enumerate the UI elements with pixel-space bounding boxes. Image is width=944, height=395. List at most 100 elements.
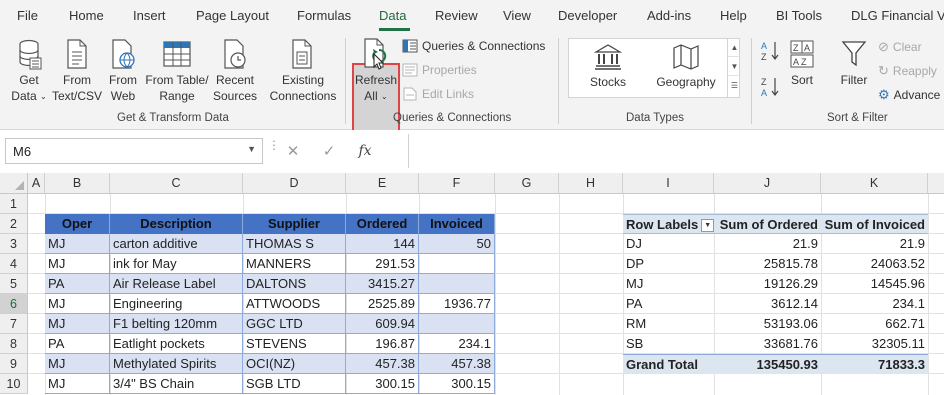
row-header-4[interactable]: 4: [0, 254, 28, 274]
recent-sources-button[interactable]: Recent Sources: [212, 38, 258, 104]
pivot-cell[interactable]: 32305.11: [821, 334, 928, 354]
tab-insert[interactable]: Insert: [133, 8, 166, 23]
pivot-cell[interactable]: 19126.29: [714, 274, 821, 294]
table-header-oper[interactable]: Oper: [45, 214, 110, 234]
pivot-cell[interactable]: 33681.76: [714, 334, 821, 354]
row-header-8[interactable]: 8: [0, 334, 28, 354]
insert-function-icon[interactable]: fx: [347, 143, 383, 159]
table-cell[interactable]: OCI(NZ): [243, 354, 346, 374]
cancel-icon[interactable]: ✕: [275, 142, 311, 160]
table-cell[interactable]: ATTWOODS: [243, 294, 346, 314]
from-table-range-button[interactable]: From Table/ Range: [144, 38, 210, 104]
column-header-e[interactable]: E: [346, 173, 419, 194]
tab-view[interactable]: View: [503, 8, 531, 23]
sort-az-button[interactable]: A Z: [760, 40, 780, 65]
table-cell[interactable]: Air Release Label: [110, 274, 243, 294]
row-header-6[interactable]: 6: [0, 294, 28, 314]
row-header-5[interactable]: 5: [0, 274, 28, 294]
table-cell[interactable]: MJ: [45, 374, 110, 394]
table-cell[interactable]: 300.15: [346, 374, 419, 394]
table-cell[interactable]: [419, 274, 495, 294]
geography-button[interactable]: Geography: [650, 42, 722, 90]
tab-formulas[interactable]: Formulas: [297, 8, 351, 23]
pivot-row-label[interactable]: DJ: [623, 234, 714, 254]
table-cell[interactable]: carton additive: [110, 234, 243, 254]
chevron-down-icon[interactable]: ▼: [247, 144, 256, 154]
table-header-supplier[interactable]: Supplier: [243, 214, 346, 234]
refresh-all-button[interactable]: Refresh All ⌄: [354, 36, 398, 105]
column-header-d[interactable]: D: [243, 173, 346, 194]
table-cell[interactable]: ink for May: [110, 254, 243, 274]
edit-links-button[interactable]: Edit Links: [402, 87, 474, 101]
row-header-2[interactable]: 2: [0, 214, 28, 234]
table-cell[interactable]: Methylated Spirits: [110, 354, 243, 374]
table-cell[interactable]: F1 belting 120mm: [110, 314, 243, 334]
existing-connections-button[interactable]: Existing Connections: [266, 38, 340, 104]
tab-dlg-financial[interactable]: DLG Financial Vi: [851, 8, 944, 23]
table-cell[interactable]: 291.53: [346, 254, 419, 274]
advanced-filter-button[interactable]: ⚙ Advance: [878, 87, 940, 103]
table-cell[interactable]: MJ: [45, 354, 110, 374]
table-cell[interactable]: 50: [419, 234, 495, 254]
stocks-button[interactable]: Stocks: [582, 42, 634, 90]
tab-bi-tools[interactable]: BI Tools: [776, 8, 822, 23]
from-text-csv-button[interactable]: From Text/CSV: [52, 38, 102, 104]
table-cell[interactable]: 457.38: [346, 354, 419, 374]
table-cell[interactable]: GGC LTD: [243, 314, 346, 334]
column-header-c[interactable]: C: [110, 173, 243, 194]
pivot-cell[interactable]: 234.1: [821, 294, 928, 314]
table-cell[interactable]: PA: [45, 274, 110, 294]
table-cell[interactable]: DALTONS: [243, 274, 346, 294]
get-data-button[interactable]: Get Data ⌄: [8, 38, 50, 105]
column-header-f[interactable]: F: [419, 173, 495, 194]
table-cell[interactable]: MANNERS: [243, 254, 346, 274]
table-cell[interactable]: 2525.89: [346, 294, 419, 314]
table-cell[interactable]: Eatlight pockets: [110, 334, 243, 354]
table-cell[interactable]: [419, 254, 495, 274]
table-cell[interactable]: 3/4" BS Chain: [110, 374, 243, 394]
pivot-cell[interactable]: 14545.96: [821, 274, 928, 294]
pivot-cell[interactable]: 53193.06: [714, 314, 821, 334]
table-cell[interactable]: 1936.77: [419, 294, 495, 314]
column-header-h[interactable]: H: [559, 173, 623, 194]
tab-data[interactable]: Data: [379, 8, 406, 23]
reapply-button[interactable]: ↻ Reapply: [878, 63, 937, 79]
clear-filter-button[interactable]: ⊘ Clear: [878, 39, 922, 55]
chevron-down-icon[interactable]: ▼: [728, 57, 741, 76]
column-header-a[interactable]: A: [28, 173, 45, 194]
row-header-3[interactable]: 3: [0, 234, 28, 254]
table-cell[interactable]: 144: [346, 234, 419, 254]
pivot-row-label[interactable]: RM: [623, 314, 714, 334]
pivot-grand-total-label[interactable]: Grand Total: [623, 354, 714, 374]
data-types-scroll[interactable]: ▲ ▼ ☰: [727, 38, 741, 98]
table-cell[interactable]: STEVENS: [243, 334, 346, 354]
table-cell[interactable]: PA: [45, 334, 110, 354]
row-header-1[interactable]: 1: [0, 194, 28, 214]
pivot-cell[interactable]: 3612.14: [714, 294, 821, 314]
formula-input[interactable]: [412, 138, 938, 164]
column-header-b[interactable]: B: [45, 173, 110, 194]
table-cell[interactable]: 3415.27: [346, 274, 419, 294]
column-header-g[interactable]: G: [495, 173, 559, 194]
enter-check-icon[interactable]: ✓: [311, 142, 347, 160]
table-cell[interactable]: 457.38: [419, 354, 495, 374]
row-header-9[interactable]: 9: [0, 354, 28, 374]
table-cell[interactable]: THOMAS S: [243, 234, 346, 254]
pivot-cell[interactable]: 25815.78: [714, 254, 821, 274]
pivot-row-label[interactable]: DP: [623, 254, 714, 274]
table-cell[interactable]: Engineering: [110, 294, 243, 314]
sort-button[interactable]: Z A A Z Sort: [784, 38, 820, 88]
tab-review[interactable]: Review: [435, 8, 478, 23]
row-header-10[interactable]: 10: [0, 374, 28, 394]
tab-add-ins[interactable]: Add-ins: [647, 8, 691, 23]
tab-help[interactable]: Help: [720, 8, 747, 23]
table-cell[interactable]: SGB LTD: [243, 374, 346, 394]
chevron-up-icon[interactable]: ▲: [728, 38, 741, 57]
queries-connections-button[interactable]: Queries & Connections: [402, 39, 545, 53]
tab-page-layout[interactable]: Page Layout: [196, 8, 269, 23]
filter-button[interactable]: Filter: [834, 38, 874, 88]
row-header-7[interactable]: 7: [0, 314, 28, 334]
pivot-header-invoiced[interactable]: Sum of Invoiced: [821, 214, 928, 234]
table-cell[interactable]: [419, 314, 495, 334]
tab-developer[interactable]: Developer: [558, 8, 617, 23]
